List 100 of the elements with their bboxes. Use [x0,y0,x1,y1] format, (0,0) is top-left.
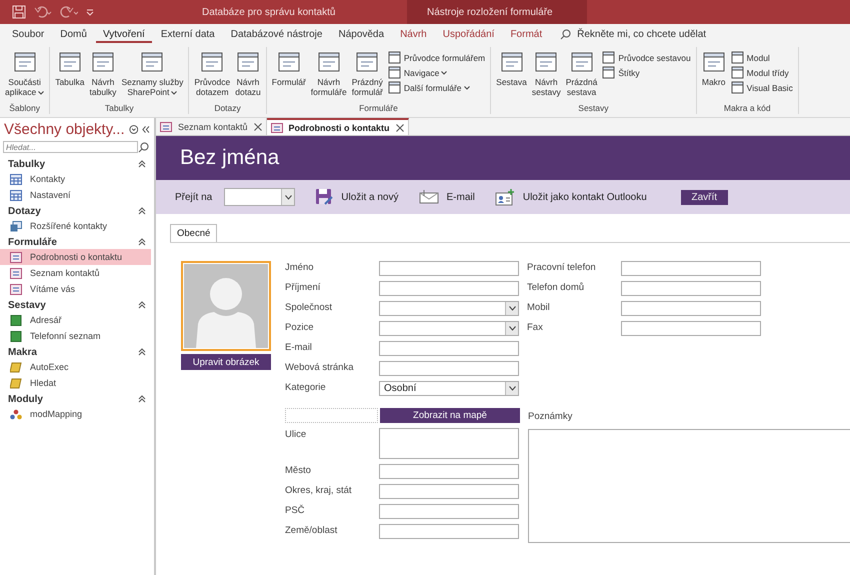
goto-combo[interactable] [224,188,296,206]
group-label: Makra a kód [724,103,771,114]
toolbar-button[interactable]: Uložit jako kontakt Outlooku [494,188,647,206]
ribbon-tab[interactable]: Návrh [393,26,434,42]
input-field[interactable] [379,524,519,539]
input-field[interactable] [379,464,519,479]
close-button[interactable]: Zavřít [680,190,728,204]
ribbon-button[interactable]: Formulář [270,50,308,103]
nav-item[interactable]: Nastavení [0,187,151,203]
combo-field[interactable] [379,301,519,316]
envelope-icon [418,189,438,205]
field-label: Mobil [527,301,551,314]
nav-item[interactable]: AutoExec [0,359,151,375]
combo-field[interactable]: Osobní [379,381,519,396]
customize-icon[interactable] [86,8,94,16]
nav-item[interactable]: Hledat [0,375,151,391]
show-map-button[interactable]: Zobrazit na mapě [380,408,520,423]
field-label: Město [285,464,312,477]
form-icon [160,122,172,132]
input-field[interactable] [379,504,519,519]
collapse-icon[interactable] [138,238,146,246]
field-label: Příjmení [285,281,322,294]
input-field[interactable] [379,361,519,376]
ribbon-button[interactable]: Součásti aplikace [3,50,46,103]
ribbon-button[interactable]: Návrh formuláře [308,50,349,103]
nav-item[interactable]: Telefonní seznam [0,328,151,344]
collapse-icon[interactable] [138,207,146,215]
nav-item[interactable]: Seznam kontaktů [0,265,151,281]
section-header: Moduly [8,394,43,404]
ribbon-tab[interactable]: Nápověda [331,26,392,42]
dropdown-icon[interactable] [128,124,138,135]
ribbon-button[interactable]: Navigace [386,66,488,79]
search-field[interactable]: Hledat... [3,141,138,153]
document-tab[interactable]: Seznam kontaktů [156,118,267,135]
document-tab[interactable]: Podrobnosti o kontaktu [266,118,409,135]
input-field[interactable] [621,301,761,316]
input-field[interactable] [379,341,519,356]
section-header: Formuláře [8,236,57,248]
toolbar-button[interactable]: E-mail [418,189,475,205]
ribbon-tab[interactable]: Domů [53,26,94,42]
close-icon[interactable] [396,124,404,132]
ribbon-button[interactable]: Visual Basic [728,81,795,94]
text-area[interactable] [379,428,519,459]
window-icon [602,51,616,64]
avatar-placeholder[interactable] [181,261,271,351]
input-field[interactable] [379,281,519,296]
ribbon-tab[interactable]: Vytvoření [96,26,152,42]
input-field[interactable] [379,484,519,499]
nav-item[interactable]: Adresář [0,312,151,328]
ribbon-button[interactable]: Sestava [494,50,529,103]
ribbon-button[interactable]: Návrh sestavy [530,50,563,103]
save-icon[interactable] [12,5,26,19]
ribbon-button[interactable]: Průvodce sestavou [600,51,693,64]
collapse-icon[interactable] [138,395,146,403]
undo-icon[interactable] [34,6,52,18]
ribbon-button[interactable]: Prázdný formulář [350,50,385,103]
ribbon-button[interactable]: Modul [728,51,795,64]
ribbon-tab[interactable]: Databázové nástroje [224,26,330,42]
ribbon-tab[interactable]: Formát [503,26,550,42]
ribbon-tab[interactable]: Externí data [154,26,222,42]
ribbon-button[interactable]: Seznamy služby SharePoint [119,50,186,103]
collapse-icon[interactable] [138,348,146,356]
form-tab[interactable]: Obecné [170,224,218,242]
nav-item[interactable]: Vítáme vás [0,281,151,297]
ribbon-button[interactable]: Štítky [600,66,693,79]
ribbon-button[interactable]: Prázdná sestava [564,50,600,103]
ribbon-button[interactable]: Návrh dotazu [233,50,263,103]
ribbon-button[interactable]: Návrh tabulky [88,50,118,103]
section-header: Tabulky [8,158,46,170]
collapse-pane-icon[interactable] [142,125,150,134]
ribbon-button[interactable]: Makro [700,50,728,103]
ribbon-button[interactable]: Průvodce dotazem [192,50,232,103]
edit-picture-button[interactable]: Upravit obrázek [181,354,271,370]
redo-icon[interactable] [60,6,78,18]
ribbon-button[interactable]: Průvodce formulářem [386,51,488,64]
toolbar-button[interactable]: Uložit a nový [315,188,398,206]
input-field[interactable] [379,261,519,276]
input-field[interactable] [621,321,761,336]
nav-item[interactable]: modMapping [0,406,151,422]
collapse-icon[interactable] [138,301,146,309]
nav-item[interactable]: Rozšířené kontakty [0,218,151,234]
search-icon [560,29,572,40]
input-field[interactable] [621,261,761,276]
field-label: PSČ [285,504,306,517]
ribbon-button[interactable]: Modul třídy [728,66,795,79]
caret-icon [284,194,292,200]
contact-card-icon [494,188,515,206]
ribbon-button[interactable]: Další formuláře [386,81,488,94]
tell-me-button[interactable]: Řekněte mi, co chcete udělat [575,26,708,44]
input-field[interactable] [621,281,761,296]
collapse-icon[interactable] [138,160,146,168]
goto-label: Přejít na [175,192,212,202]
notes-area[interactable] [528,429,850,543]
ribbon-button[interactable]: Tabulka [53,50,86,103]
ribbon-tab[interactable]: Soubor [5,26,52,42]
nav-item[interactable]: Kontakty [0,171,151,187]
close-icon[interactable] [254,122,262,130]
combo-field[interactable] [379,321,519,336]
nav-item[interactable]: Podrobnosti o kontaktu [0,249,151,265]
ribbon-tab[interactable]: Uspořádání [436,26,502,42]
